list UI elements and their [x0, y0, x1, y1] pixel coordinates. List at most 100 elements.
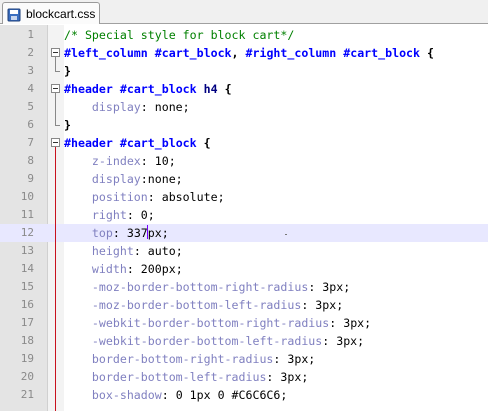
code-token: display [64, 172, 141, 186]
line-number: 5 [27, 100, 34, 113]
line-number: 18 [20, 334, 34, 347]
line-number: 3 [27, 64, 34, 77]
line-number: 4 [27, 82, 34, 95]
code-token: #header [64, 82, 113, 96]
line-number: 12 [20, 226, 34, 239]
code-text: z-index: 10; [64, 152, 176, 170]
code-token: px; [147, 226, 169, 240]
fold-guide-line [55, 147, 56, 411]
fold-toggle-icon[interactable] [51, 48, 60, 57]
saved-file-icon [7, 7, 21, 21]
code-token: -webkit-border-bottom-left-radius [64, 334, 323, 348]
line-number: 16 [20, 298, 34, 311]
code-text: display: none; [64, 98, 190, 116]
line-number: 8 [27, 154, 34, 167]
code-token: } [64, 64, 71, 78]
code-token: , [231, 46, 246, 60]
line-number: 21 [20, 388, 34, 401]
whitespace-marker [285, 234, 287, 235]
code-line[interactable]: 5 display: none; [0, 98, 488, 116]
code-token: position [64, 190, 148, 204]
code-token: z-index [64, 154, 141, 168]
code-token: top [64, 226, 113, 240]
code-line[interactable]: 20 border-bottom-left-radius: 3px; [0, 368, 488, 386]
code-text: -moz-border-bottom-left-radius: 3px; [64, 296, 343, 314]
code-line[interactable]: 18 -webkit-border-bottom-left-radius: 3p… [0, 332, 488, 350]
fold-guide-line [55, 57, 56, 71]
code-text: box-shadow: 0 1px 0 #C6C6C6; [64, 386, 287, 404]
code-token: { [196, 136, 211, 150]
line-number: 20 [20, 370, 34, 383]
code-token: #cart_block [119, 82, 197, 96]
code-token: display [64, 100, 141, 114]
code-token: { [420, 46, 434, 60]
code-token: : auto; [133, 244, 183, 258]
code-token: border-bottom-right-radius [64, 352, 274, 366]
code-text: } [64, 62, 71, 80]
code-line[interactable]: 21 box-shadow: 0 1px 0 #C6C6C6; [0, 386, 488, 404]
code-token: : 3px; [266, 370, 309, 384]
line-number: 7 [27, 136, 34, 149]
code-token: :none; [140, 172, 183, 186]
code-line[interactable]: 3} [0, 62, 488, 80]
code-line[interactable]: 19 border-bottom-right-radius: 3px; [0, 350, 488, 368]
fold-toggle-icon[interactable] [51, 84, 60, 93]
code-token: : 3px; [273, 352, 316, 366]
code-token: : 3px; [329, 316, 372, 330]
line-number: 19 [20, 352, 34, 365]
code-token: width [64, 262, 127, 276]
code-text: /* Special style for block cart*/ [64, 26, 294, 44]
code-line[interactable]: 12 top: 337px; [0, 224, 488, 242]
tab-label: blockcart.css [26, 6, 96, 21]
line-number: 13 [20, 244, 34, 257]
code-line[interactable]: 10 position: absolute; [0, 188, 488, 206]
code-line[interactable]: 6} [0, 116, 488, 134]
code-token: -webkit-border-bottom-right-radius [64, 316, 330, 330]
code-text: width: 200px; [64, 260, 183, 278]
code-line[interactable]: 15 -moz-border-bottom-right-radius: 3px; [0, 278, 488, 296]
code-line[interactable]: 13 height: auto; [0, 242, 488, 260]
code-line[interactable]: 16 -moz-border-bottom-left-radius: 3px; [0, 296, 488, 314]
code-line[interactable]: 1 /* Special style for block cart*/ [0, 26, 488, 44]
code-token: /* Special style for block cart*/ [64, 28, 295, 42]
code-line[interactable]: 9 display:none; [0, 170, 488, 188]
code-line[interactable]: 11 right: 0; [0, 206, 488, 224]
code-text: border-bottom-left-radius: 3px; [64, 368, 308, 386]
code-line[interactable]: 8 z-index: 10; [0, 152, 488, 170]
code-line[interactable]: 14 width: 200px; [0, 260, 488, 278]
code-token: : 337 [112, 226, 148, 240]
code-token: : 0 1px 0 #C6C6C6; [161, 388, 288, 402]
code-text: border-bottom-right-radius: 3px; [64, 350, 315, 368]
code-token: height [64, 244, 134, 258]
code-line[interactable]: 17 -webkit-border-bottom-right-radius: 3… [0, 314, 488, 332]
code-token: { [217, 82, 232, 96]
code-line[interactable]: 2 #left_column #cart_block, #right_column… [0, 44, 488, 62]
line-number: 14 [20, 262, 34, 275]
code-token: #header [64, 136, 113, 150]
code-token: : 3px; [308, 280, 351, 294]
code-token: : 200px; [126, 262, 183, 276]
code-line[interactable]: 4 #header #cart_block h4 { [0, 80, 488, 98]
code-token: #cart_block [119, 136, 197, 150]
tab-blockcart-css[interactable]: blockcart.css [2, 2, 100, 24]
code-line[interactable]: 7 #header #cart_block { [0, 134, 488, 152]
code-token: : none; [140, 100, 190, 114]
code-text: } [64, 116, 71, 134]
code-token: #cart_block [343, 46, 421, 60]
code-text: right: 0; [64, 206, 155, 224]
code-text: #header #cart_block { [64, 134, 211, 152]
code-token: right [64, 208, 127, 222]
code-text: #left_column #cart_block, #right_column … [64, 44, 434, 62]
code-token: h4 [196, 82, 218, 96]
code-token: : 3px; [301, 298, 344, 312]
line-number: 17 [20, 316, 34, 329]
code-token: : 10; [140, 154, 176, 168]
code-editor[interactable]: 1 /* Special style for block cart*/ 2 #left… [0, 25, 488, 411]
line-number: 10 [20, 190, 34, 203]
code-token: #right_column [245, 46, 337, 60]
line-number: 15 [20, 280, 34, 293]
fold-toggle-icon[interactable] [51, 138, 60, 147]
